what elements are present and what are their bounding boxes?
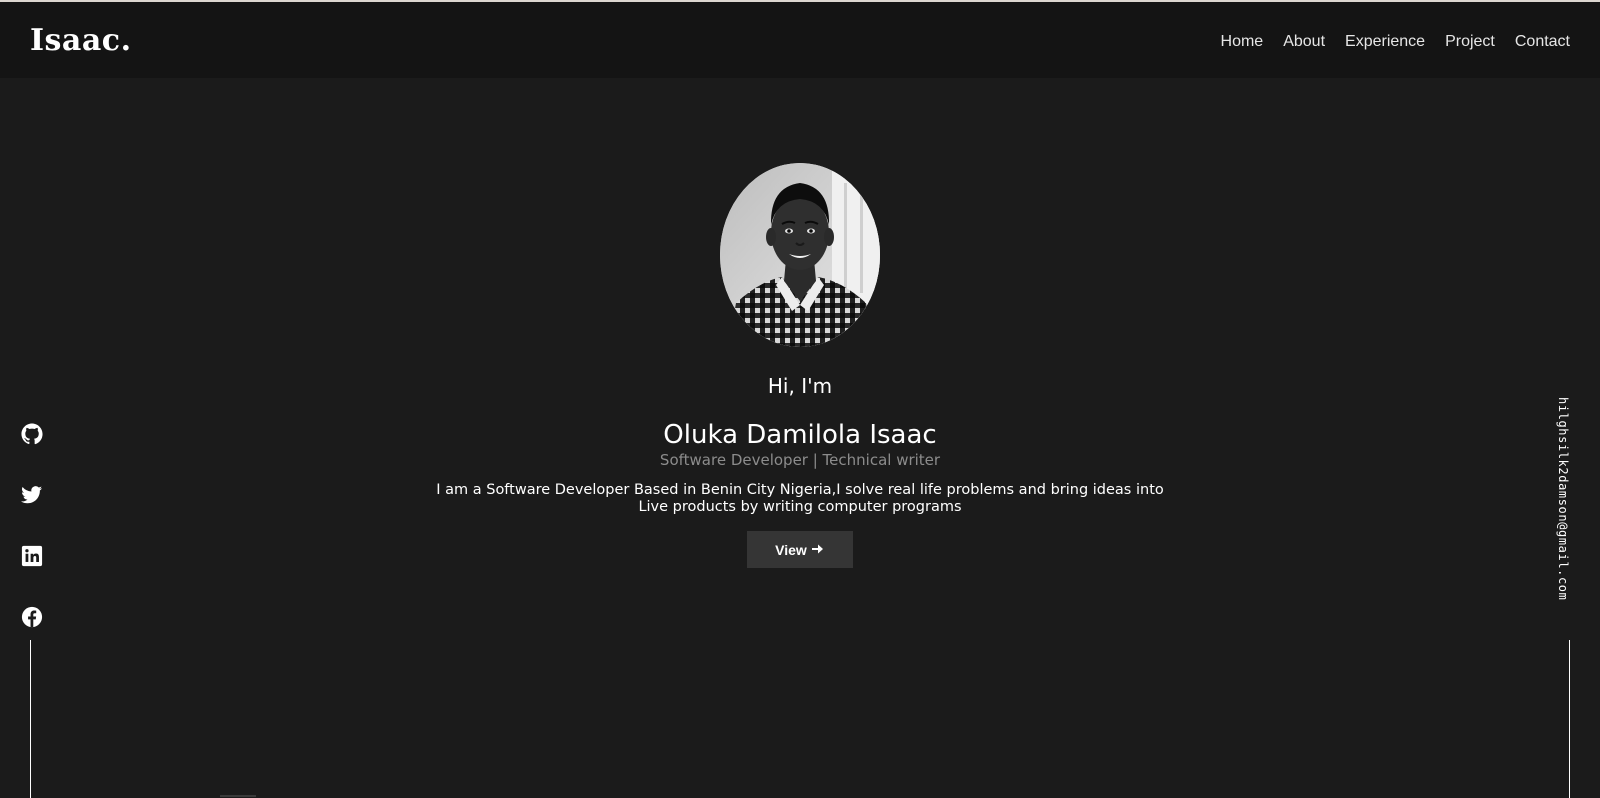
email-sidebar: hilghsilk2damson@gmail.com: [1550, 397, 1578, 633]
facebook-link[interactable]: [21, 606, 43, 628]
nav-home[interactable]: Home: [1221, 31, 1264, 53]
github-link[interactable]: [21, 423, 43, 445]
hero-role: Software Developer | Technical writer: [659, 451, 941, 469]
view-button[interactable]: View: [747, 531, 853, 568]
main-nav: Home About Experience Project Contact: [1221, 31, 1570, 53]
hero-name: Oluka Damilola Isaac: [663, 420, 937, 450]
twitter-link[interactable]: [21, 484, 43, 506]
social-divider-line: [30, 640, 31, 798]
arrow-right-icon: [811, 542, 825, 558]
scroll-indicator: [220, 795, 256, 797]
email-divider-line: [1569, 640, 1570, 798]
view-button-label: View: [775, 541, 807, 558]
profile-avatar: [720, 163, 880, 347]
linkedin-icon: [21, 545, 43, 567]
nav-contact[interactable]: Contact: [1515, 31, 1570, 53]
hero-bio: I am a Software Developer Based in Benin…: [436, 482, 1164, 515]
nav-experience[interactable]: Experience: [1345, 31, 1425, 53]
navbar: Isaac. Home About Experience Project Con…: [0, 2, 1600, 78]
github-icon: [21, 423, 43, 445]
avatar-portrait-image: [720, 163, 880, 347]
twitter-icon: [21, 486, 43, 504]
hero-greeting: Hi, I'm: [767, 374, 833, 398]
email-link[interactable]: hilghsilk2damson@gmail.com: [1556, 397, 1570, 600]
portfolio-page: Isaac. Home About Experience Project Con…: [0, 0, 1600, 798]
facebook-icon: [21, 606, 43, 628]
nav-project[interactable]: Project: [1445, 31, 1495, 53]
linkedin-link[interactable]: [21, 545, 43, 567]
nav-about[interactable]: About: [1283, 31, 1325, 53]
brand-logo[interactable]: Isaac.: [30, 23, 132, 59]
